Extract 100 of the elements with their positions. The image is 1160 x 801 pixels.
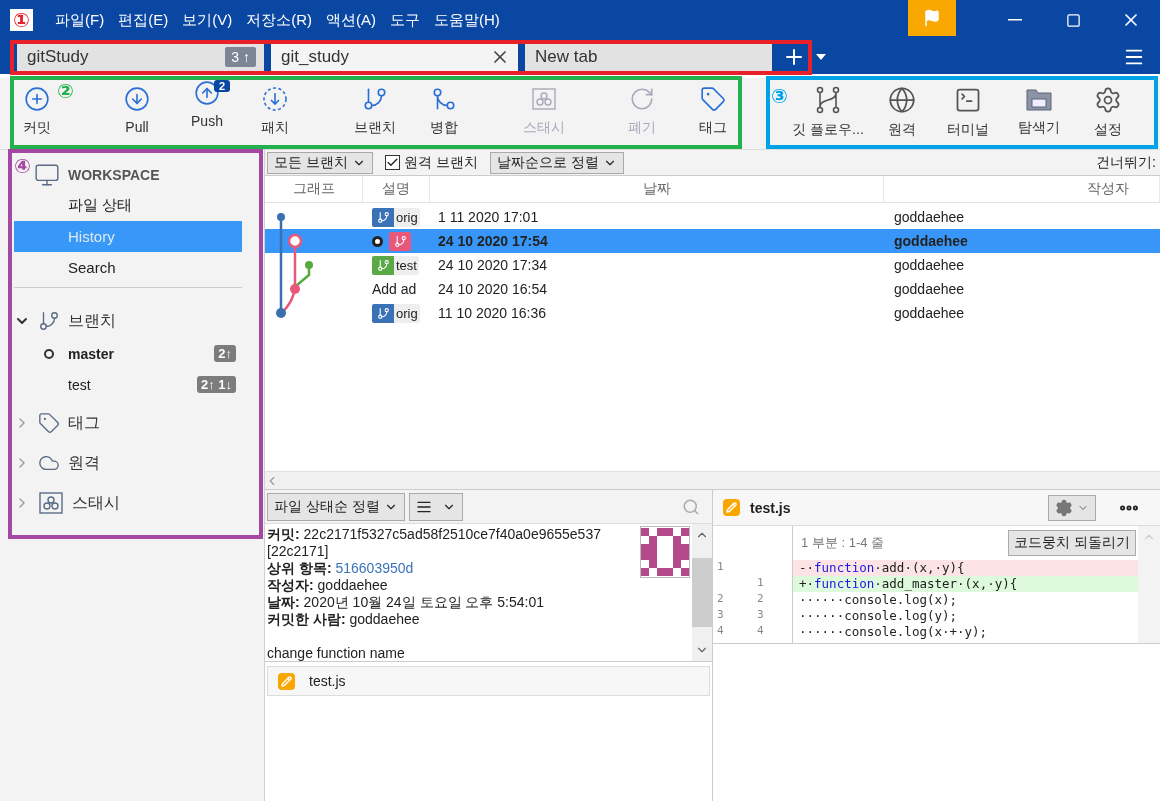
table-cell: Add ad <box>372 281 417 297</box>
commit-message: change function name <box>267 645 406 662</box>
gear-icon <box>1055 498 1073 517</box>
sort-dropdown[interactable]: 파일 상태순 정렬 <box>267 492 405 521</box>
globe-icon <box>888 86 916 114</box>
sort-dropdown[interactable]: 날짜순으로 정렬 <box>489 151 624 174</box>
column-header[interactable]: 날짜 <box>430 176 884 202</box>
commit-row[interactable]: test 24 10 2020 17:34 goddaehee <box>265 253 1160 277</box>
toolbar-button[interactable]: 깃 플로우... <box>792 80 864 142</box>
avatar-icon <box>640 526 690 578</box>
check-icon <box>385 156 399 169</box>
branch-item[interactable]: master 2↑ <box>14 338 242 369</box>
repo-tab[interactable]: gitStudy 3 ↑ <box>14 43 264 71</box>
annotation-number: ② <box>57 81 74 101</box>
column-header[interactable]: 설명 <box>363 176 430 202</box>
download-icon <box>262 86 288 112</box>
toolbar-button[interactable]: Pull <box>124 80 150 142</box>
flow-icon <box>814 86 842 114</box>
annotation-number: ③ <box>771 86 788 106</box>
maximize-icon <box>1065 12 1081 28</box>
tag-icon <box>700 86 726 112</box>
branch-icon <box>38 310 60 332</box>
hunk-header: 1 부분 : 1-4 줄 <box>801 534 885 552</box>
section-title[interactable]: 원격 <box>68 452 100 474</box>
line-number: 4 <box>717 624 725 639</box>
table-cell-text: 11 10 2020 16:36 <box>437 304 547 323</box>
stash-icon <box>531 86 557 112</box>
annotation-number: ④ <box>14 156 31 176</box>
column-header[interactable]: 작성자 <box>884 176 1160 202</box>
commit-row[interactable]: orig 1 11 2020 17:01 goddaehee <box>265 205 1160 229</box>
detail-line: 상위 항목: 516603950d <box>267 560 415 577</box>
checkbox[interactable] <box>384 155 400 170</box>
menu-item[interactable]: 저장소(R) <box>246 10 312 30</box>
menu-item[interactable]: 액션(A) <box>326 10 376 30</box>
plus-icon <box>24 86 50 112</box>
file-item[interactable]: test.js <box>267 666 710 696</box>
monitor-icon <box>34 162 60 188</box>
repo-tab[interactable]: New tab <box>522 43 772 71</box>
section-title[interactable]: 스태시 <box>72 492 120 514</box>
commit-row[interactable]: 24 10 2020 17:54 goddaehee <box>265 229 1160 253</box>
detail-line: 커밋한 사람: goddaehee <box>267 611 421 628</box>
annotation-number: ① <box>10 9 33 31</box>
code-line: ······console.log(y); <box>798 608 959 624</box>
menu-item[interactable]: 파일(F) <box>55 10 105 30</box>
revert-hunk-button[interactable]: 코드뭉치 되돌리기 <box>1008 530 1136 556</box>
sidebar-item[interactable]: Search <box>14 252 242 283</box>
branch-label: orig <box>394 207 420 227</box>
line-number: 3 <box>757 608 765 623</box>
toolbar-button[interactable]: 브랜치 <box>354 80 396 142</box>
table-cell-text: 24 10 2020 17:34 <box>437 256 548 275</box>
section-title[interactable]: 브랜치 <box>68 310 116 332</box>
section-title: WORKSPACE <box>68 167 160 183</box>
menu-item[interactable]: 편집(E) <box>118 10 169 30</box>
line-number: 2 <box>757 592 765 607</box>
toolbar-button[interactable]: 탐색기 <box>1018 80 1060 142</box>
commit-row[interactable]: Add ad 24 10 2020 16:54 goddaehee <box>265 277 1160 301</box>
sidebar-item[interactable]: 파일 상태 <box>14 190 242 221</box>
arrow-up-icon <box>194 80 220 106</box>
toolbar-button[interactable]: 설정 <box>1094 80 1122 142</box>
column-header[interactable]: 그래프 <box>265 176 363 202</box>
toolbar-button[interactable]: 원격 <box>888 80 916 142</box>
commit-row[interactable]: orig 11 10 2020 16:36 goddaehee <box>265 301 1160 325</box>
folder-icon <box>1025 86 1053 112</box>
toolbar-button[interactable]: Push 2 <box>179 80 235 142</box>
detail-line: 날짜: 2020년 10월 24일 토요일 오후 5:54:01 <box>267 594 545 611</box>
detail-line: 커밋: 22c2171f5327c5ad58f2510ce7f40a0e9655e537 <box>267 526 602 543</box>
view-dropdown[interactable] <box>408 492 463 521</box>
detail-line: [22c2171] <box>267 543 330 560</box>
table-cell-text: goddaehee <box>893 208 966 227</box>
table-cell-text: 1 11 2020 17:01 <box>437 208 540 227</box>
ahead-behind-badge: 2↑ <box>214 345 236 362</box>
table-cell-text: goddaehee <box>893 280 966 299</box>
branch-icon <box>362 86 388 112</box>
branch-dropdown[interactable]: 모든 브랜치 <box>267 151 373 174</box>
arrow-down-icon <box>124 86 150 112</box>
caret-icon[interactable] <box>816 54 826 60</box>
scrollbar-thumb[interactable] <box>692 558 712 627</box>
toolbar-button[interactable]: 태그 <box>699 80 727 142</box>
toolbar-button[interactable]: 병합 <box>430 80 458 142</box>
repo-tab[interactable]: git_study <box>268 43 518 71</box>
ahead-count-badge: 3 ↑ <box>225 47 256 67</box>
section-title[interactable]: 태그 <box>68 412 100 434</box>
toolbar-button[interactable]: 커밋 <box>23 80 51 142</box>
current-branch-icon <box>44 348 54 359</box>
toolbar-button[interactable]: 패치 <box>261 80 289 142</box>
parent-link[interactable]: 516603950d <box>335 560 414 576</box>
merge-icon <box>431 86 457 112</box>
menu-item[interactable]: 보기(V) <box>182 10 233 30</box>
toolbar-button[interactable]: 터미널 <box>947 80 989 142</box>
branch-item[interactable]: test 2↑ 1↓ <box>14 369 242 400</box>
pencil-icon <box>723 499 740 516</box>
settings-dropdown[interactable] <box>1048 494 1096 521</box>
branch-label: test <box>394 255 419 275</box>
line-number: 4 <box>757 624 765 639</box>
line-number: 1 <box>717 560 725 575</box>
menu-item[interactable]: 도구 <box>390 10 420 30</box>
tag-icon <box>38 412 60 434</box>
line-number: 2 <box>717 592 725 607</box>
menu-item[interactable]: 도움말(H) <box>434 10 500 30</box>
file-name: test.js <box>750 499 791 516</box>
